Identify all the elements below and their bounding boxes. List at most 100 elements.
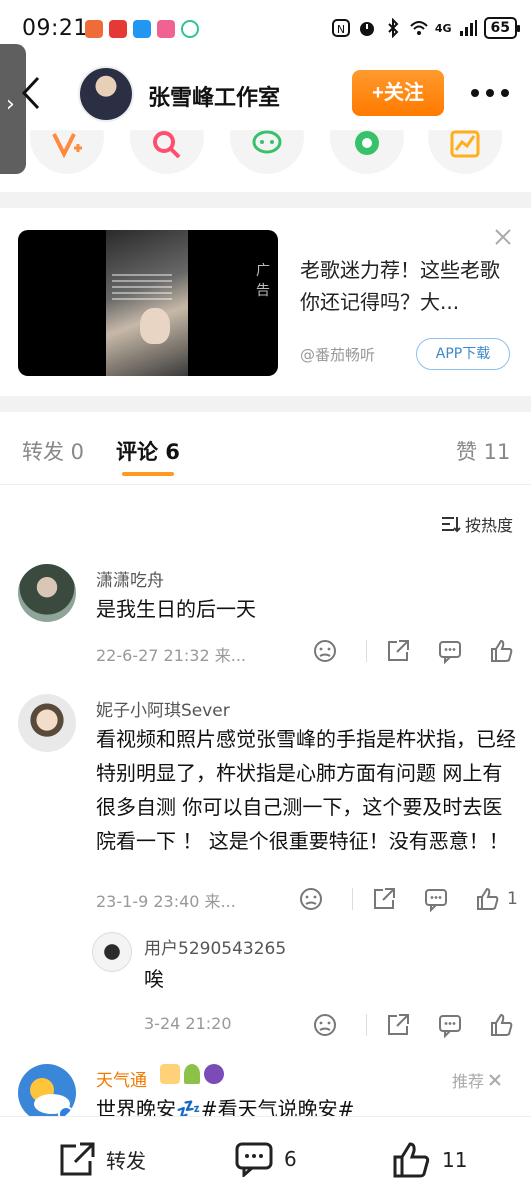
comment-author[interactable]: 潇潇吃舟 [96, 566, 164, 591]
recommend-label: 推荐 [452, 1068, 502, 1092]
share-icon [60, 1142, 95, 1176]
comment-item: 妮子小阿琪Sever 看视频和照片感觉张雪峰的手指是杵状指，已经特别明显了，杵状… [0, 690, 531, 1040]
badge-icon [160, 1064, 180, 1084]
avatar[interactable] [18, 1064, 76, 1116]
alarm-icon [359, 22, 374, 36]
avatar[interactable] [18, 564, 76, 622]
avatar[interactable] [78, 66, 134, 122]
back-arrow-icon[interactable] [20, 76, 42, 110]
comment-icon [235, 1142, 273, 1177]
divider [0, 192, 531, 208]
ad-card[interactable]: 广告 老歌迷力荐！这些老歌你还记得吗？大... @番茄畅听 APP下载 [0, 208, 531, 396]
repost-label: 转发 [106, 1148, 146, 1173]
ad-thumbnail-image [106, 230, 188, 376]
aperture-icon [355, 131, 379, 155]
app-notification-icon [157, 20, 175, 38]
vplus-icon [52, 133, 82, 158]
chat-icon [252, 130, 282, 154]
signal-icon [459, 20, 477, 36]
app-notification-icon [85, 20, 103, 38]
repost-button[interactable]: 转发 [58, 1141, 146, 1177]
nfc-icon: N [331, 19, 350, 37]
comment-item: 天气通 推荐 世界晚安💤#看天气说晚安# [0, 1050, 531, 1116]
status-bar: 09:21 N 4G 65 [0, 0, 531, 60]
status-time: 09:21 [22, 16, 88, 41]
dislike-face-icon[interactable] [312, 1012, 338, 1038]
feature-aperture[interactable] [330, 130, 404, 174]
comment-text[interactable]: 是我生日的后一天 [96, 592, 516, 626]
close-icon[interactable] [488, 1073, 502, 1087]
thumbs-up-icon[interactable] [489, 1012, 515, 1038]
reply-author[interactable]: 用户5290543265 [144, 934, 286, 959]
bottom-action-bar: 转发 6 11 [0, 1116, 531, 1200]
feature-vplus[interactable] [30, 130, 104, 174]
more-icon[interactable] [470, 88, 510, 98]
active-tab-indicator [122, 472, 174, 476]
reply-text[interactable]: 唉 [144, 962, 164, 996]
network-type: 4G [434, 21, 452, 35]
feature-icon-row [0, 130, 531, 190]
avatar[interactable] [18, 694, 76, 752]
ad-headline[interactable]: 老歌迷力荐！这些老歌你还记得吗？大... [300, 254, 516, 318]
reply-actions [312, 1012, 515, 1038]
tab-likes[interactable]: 赞 11 [456, 436, 510, 466]
follow-button[interactable]: +关注 [352, 70, 444, 116]
svg-text:N: N [337, 23, 345, 36]
app-notification-icon [109, 20, 127, 38]
bluetooth-icon [388, 18, 399, 38]
comment-meta: 23-1-9 23:40 来... [96, 892, 236, 911]
close-icon[interactable] [494, 228, 512, 246]
share-icon[interactable] [371, 886, 397, 912]
author-badges [160, 1064, 224, 1084]
app-notification-icon [133, 20, 151, 38]
app-notification-icon [181, 20, 199, 38]
ad-source[interactable]: @番茄畅听 [300, 344, 375, 365]
feature-stats[interactable] [428, 130, 502, 174]
tab-repost[interactable]: 转发 0 [22, 436, 84, 466]
comment-text[interactable]: 看视频和照片感觉张雪峰的手指是杵状指，已经特别明显了，杵状指是心肺方面有问题 网… [96, 722, 516, 858]
comment-actions: 1 [298, 886, 518, 912]
avatar[interactable] [92, 932, 132, 972]
feature-chat[interactable] [230, 130, 304, 174]
battery-level: 65 [483, 17, 521, 39]
sort-label: 按热度 [464, 516, 513, 535]
divider [0, 396, 531, 412]
reply-meta: 3-24 21:20 [144, 1014, 232, 1033]
search-icon [153, 131, 181, 158]
profile-header: 张雪峰工作室 +关注 [0, 60, 531, 130]
badge-icon [204, 1064, 224, 1084]
dislike-face-icon[interactable] [312, 638, 338, 664]
share-icon[interactable] [385, 638, 411, 664]
like-button[interactable]: 11 [392, 1141, 467, 1179]
dislike-face-icon[interactable] [298, 886, 324, 912]
badge-icon [184, 1064, 200, 1084]
comment-author[interactable]: 妮子小阿琪Sever [96, 696, 230, 721]
reply-icon[interactable] [437, 638, 463, 664]
status-indicators: N 4G 65 [331, 17, 521, 39]
reply-icon[interactable] [437, 1012, 463, 1038]
ad-video-thumbnail[interactable]: 广告 [18, 230, 278, 376]
divider [366, 640, 367, 662]
interaction-tabs: 转发 0 评论 6 赞 11 [0, 414, 531, 484]
comment-meta: 22-6-27 21:32 来... [96, 646, 246, 665]
sort-toggle[interactable]: 按热度 [441, 512, 513, 536]
comment-button[interactable]: 6 [234, 1141, 297, 1177]
reply-icon[interactable] [423, 886, 449, 912]
comment-count: 6 [284, 1147, 297, 1171]
divider [0, 484, 531, 485]
feature-search[interactable] [130, 130, 204, 174]
comment-item: 潇潇吃舟 是我生日的后一天 22-6-27 21:32 来... [0, 560, 531, 680]
tab-comments[interactable]: 评论 6 [116, 436, 180, 466]
app-download-button[interactable]: APP下载 [416, 338, 510, 370]
comment-actions [312, 638, 515, 664]
page-title[interactable]: 张雪峰工作室 [148, 80, 280, 112]
divider [366, 1014, 367, 1036]
comment-text[interactable]: 世界晚安💤#看天气说晚安# [96, 1092, 354, 1116]
share-icon[interactable] [385, 1012, 411, 1038]
thumbs-up-icon[interactable] [489, 638, 515, 664]
comment-author[interactable]: 天气通 [96, 1066, 147, 1091]
wifi-icon [410, 21, 428, 35]
thumbs-up-icon[interactable] [475, 886, 501, 912]
sort-icon [441, 517, 461, 533]
stats-icon [450, 130, 480, 158]
